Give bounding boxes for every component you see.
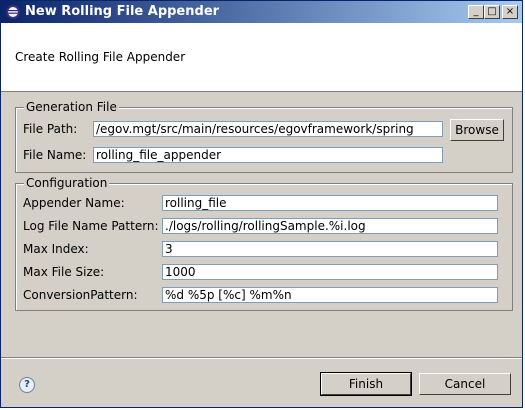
dialog-window: New Rolling File Appender _ □ × Create R…: [0, 0, 523, 408]
appender-name-input[interactable]: rolling_file: [162, 195, 498, 211]
conversion-pattern-input[interactable]: %d %5p [%c] %m%n: [162, 287, 498, 303]
max-index-input[interactable]: 3: [162, 241, 498, 257]
file-path-input[interactable]: /egov.mgt/src/main/resources/egovframewo…: [93, 121, 443, 137]
file-name-input[interactable]: rolling_file_appender: [93, 147, 443, 163]
generation-file-legend: Generation File: [24, 100, 119, 114]
cancel-button[interactable]: Cancel: [419, 373, 511, 395]
file-path-label: File Path:: [23, 122, 78, 136]
max-file-size-label: Max File Size:: [23, 265, 105, 279]
log-file-name-pattern-input[interactable]: ./logs/rolling/rollingSample.%i.log: [162, 218, 498, 234]
file-name-label: File Name:: [23, 148, 87, 162]
window-title: New Rolling File Appender: [25, 4, 220, 19]
title-bar[interactable]: New Rolling File Appender _ □ ×: [1, 1, 522, 23]
maximize-button[interactable]: □: [484, 5, 500, 19]
configuration-legend: Configuration: [24, 176, 110, 190]
max-file-size-input[interactable]: 1000: [162, 264, 498, 280]
footer-separator: [1, 357, 522, 359]
generation-file-group: Generation File: [15, 100, 513, 173]
conversion-pattern-label: ConversionPattern:: [23, 288, 138, 302]
wizard-banner: Create Rolling File Appender: [1, 23, 522, 92]
browse-button[interactable]: Browse: [450, 119, 504, 141]
minimize-button[interactable]: _: [468, 5, 484, 19]
banner-message: Create Rolling File Appender: [15, 50, 186, 64]
log-file-name-pattern-label: Log File Name Pattern:: [23, 219, 159, 233]
appender-name-label: Appender Name:: [23, 196, 125, 210]
eclipse-icon: [6, 5, 20, 19]
close-button[interactable]: ×: [502, 5, 518, 19]
finish-button[interactable]: Finish: [320, 372, 412, 396]
help-icon[interactable]: ?: [19, 377, 35, 393]
max-index-label: Max Index:: [23, 242, 89, 256]
